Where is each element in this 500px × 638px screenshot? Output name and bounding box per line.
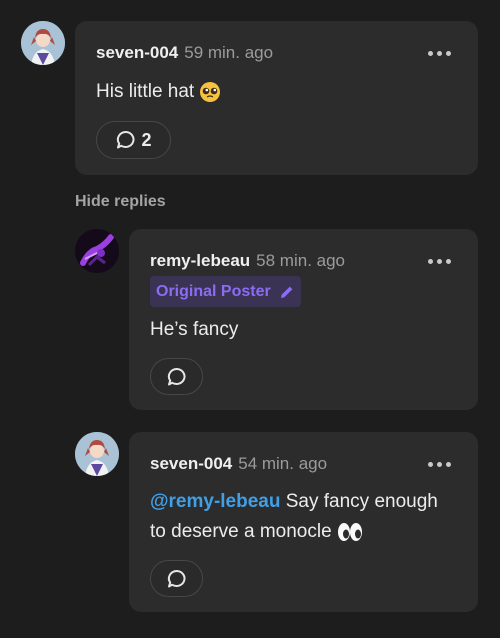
dot-icon xyxy=(428,258,433,264)
more-options-button[interactable] xyxy=(428,458,451,470)
eyes-emoji-icon xyxy=(337,522,362,541)
comment-text: His little hat xyxy=(96,81,195,102)
comment-card: seven-004 59 min. ago His little hat 2 xyxy=(75,21,478,175)
comment-thread: seven-004 59 min. ago His little hat 2 Hi… xyxy=(0,0,500,638)
username-link[interactable]: remy-lebeau xyxy=(150,251,250,270)
comment-card: remy-lebeau 58 min. ago Original Poster H… xyxy=(129,229,478,410)
character-avatar-icon xyxy=(21,21,65,65)
original-poster-badge: Original Poster xyxy=(150,276,301,307)
purple-artwork-avatar-icon xyxy=(75,229,119,273)
avatar[interactable] xyxy=(21,21,65,65)
timestamp: 59 min. ago xyxy=(184,43,274,62)
comment-bubble-icon xyxy=(167,569,185,587)
hide-replies-button[interactable]: Hide replies xyxy=(75,193,166,211)
reply-button[interactable] xyxy=(150,560,203,597)
dot-icon xyxy=(437,50,442,56)
comment-header: seven-004 59 min. ago xyxy=(96,43,273,63)
avatar[interactable] xyxy=(75,432,119,476)
dot-icon xyxy=(446,50,451,56)
timestamp: 54 min. ago xyxy=(238,454,328,473)
dot-icon xyxy=(428,50,433,56)
reply-button[interactable] xyxy=(150,358,203,395)
comment-bubble-icon xyxy=(117,130,135,149)
dot-icon xyxy=(428,461,433,467)
avatar[interactable] xyxy=(75,229,119,273)
pencil-icon xyxy=(280,286,293,298)
reply-count: 2 xyxy=(141,129,152,150)
comment-card: seven-004 54 min. ago @remy-lebeau Say fa… xyxy=(129,432,478,612)
comment-header: seven-004 54 min. ago xyxy=(150,454,327,474)
comment-text-line: Say fancy enough xyxy=(285,491,438,512)
more-options-button[interactable] xyxy=(428,255,451,267)
reply-button[interactable]: 2 xyxy=(96,121,171,159)
dot-icon xyxy=(446,258,451,264)
comment-bubble-icon xyxy=(167,367,185,385)
character-avatar-icon xyxy=(75,432,119,476)
username-link[interactable]: seven-004 xyxy=(96,43,178,62)
comment-header: remy-lebeau 58 min. ago xyxy=(150,251,345,271)
pleading-face-emoji-icon xyxy=(200,81,221,102)
dot-icon xyxy=(446,461,451,467)
more-options-button[interactable] xyxy=(428,47,451,59)
mention-link[interactable]: @remy-lebeau xyxy=(150,491,280,512)
dot-icon xyxy=(437,258,442,264)
comment-body: His little hat xyxy=(96,77,221,107)
comment-body: @remy-lebeau Say fancy enough to deserve… xyxy=(150,487,470,547)
username-link[interactable]: seven-004 xyxy=(150,454,232,473)
dot-icon xyxy=(437,461,442,467)
comment-text: He’s fancy xyxy=(150,319,239,340)
comment-text-line: to deserve a monocle xyxy=(150,521,332,542)
comment-body: He’s fancy xyxy=(150,315,238,345)
timestamp: 58 min. ago xyxy=(256,251,346,270)
badge-label: Original Poster xyxy=(156,282,271,300)
